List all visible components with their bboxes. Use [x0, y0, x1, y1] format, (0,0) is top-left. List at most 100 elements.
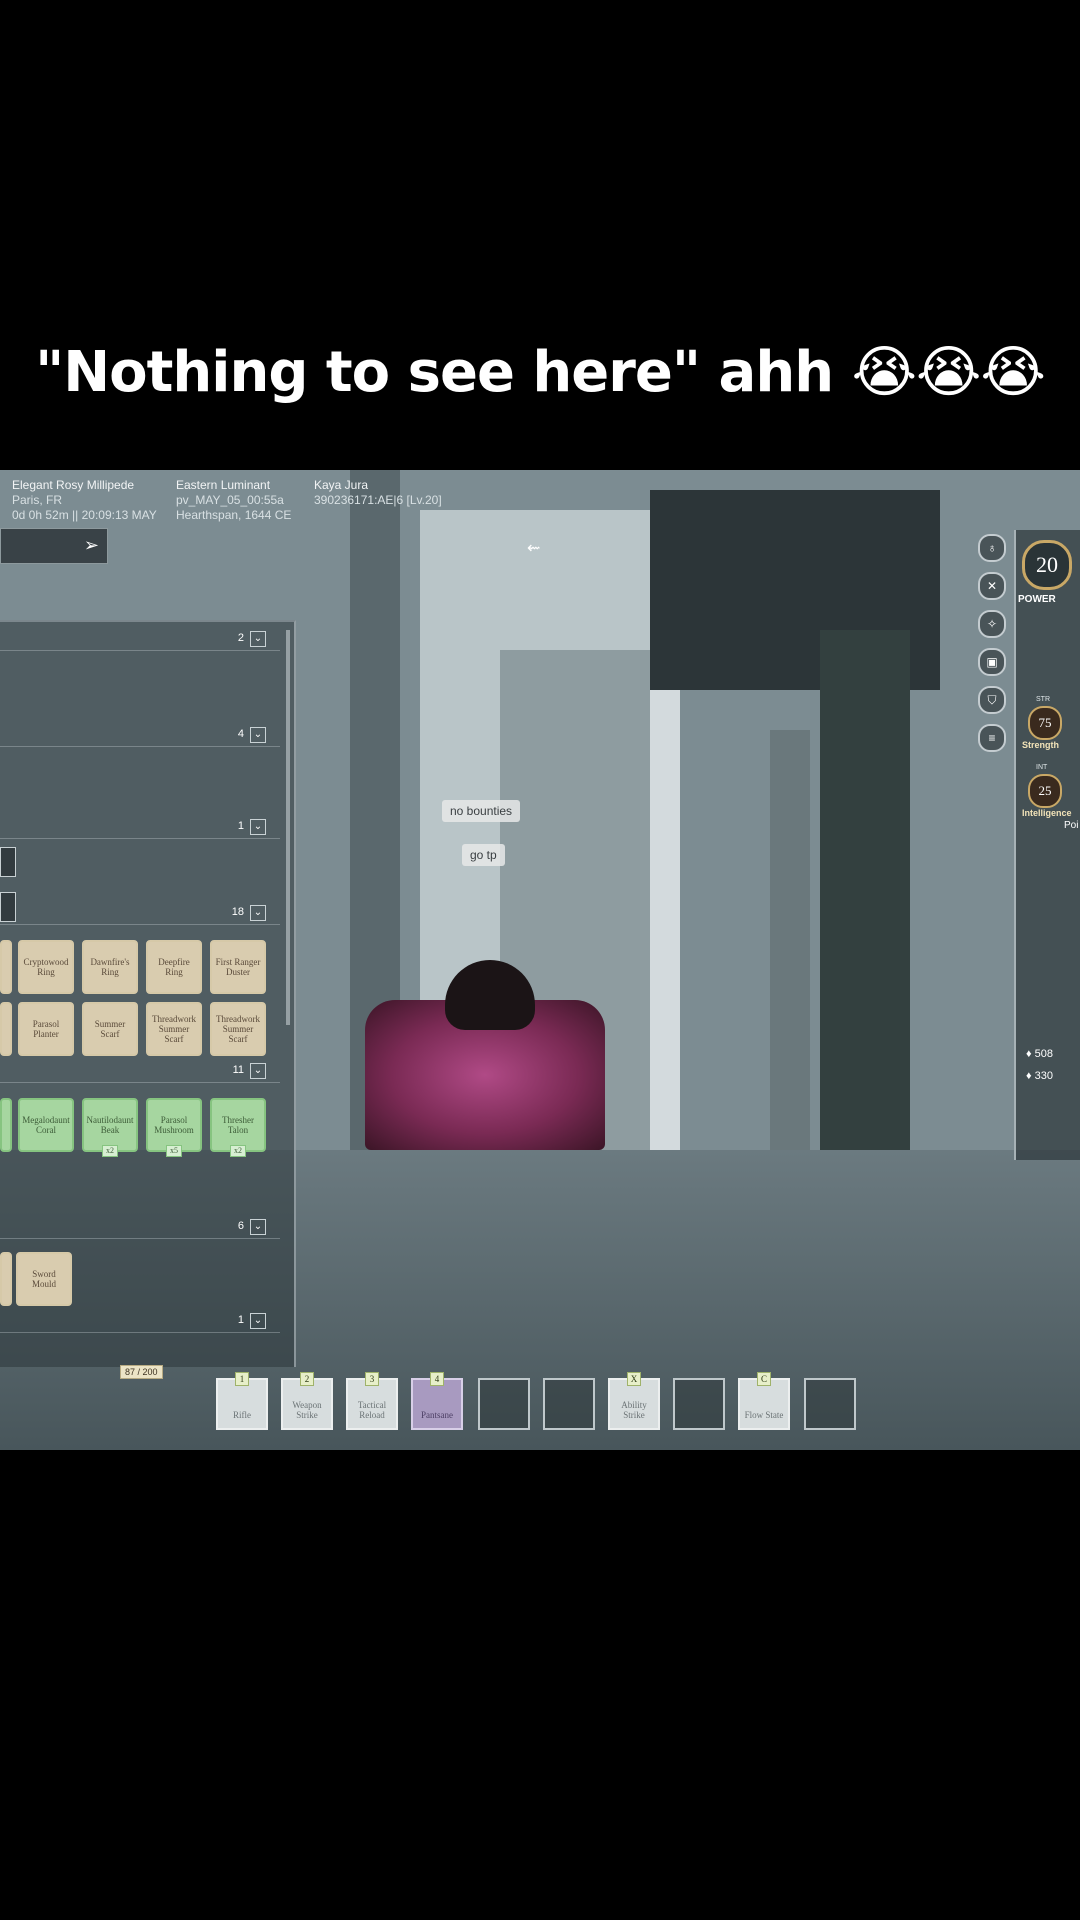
target-name: Kaya Jura [314, 478, 369, 492]
inventory-item[interactable]: Deepfire Ring [146, 940, 202, 994]
chevron-down-icon[interactable]: ⌄ [250, 905, 266, 921]
player-location: Paris, FR [12, 493, 63, 507]
pillar-right [770, 730, 810, 1150]
inventory-item[interactable] [0, 1098, 12, 1152]
power-level: 20 [1022, 540, 1072, 590]
inventory-section-header[interactable]: 4 ⌄ [0, 726, 280, 747]
hotbar-key: C [757, 1372, 771, 1386]
hotbar-slot-6[interactable] [543, 1378, 595, 1430]
inventory-section-header[interactable]: 1 ⌄ [0, 818, 280, 839]
item-name: Megalodaunt Coral [22, 1115, 70, 1135]
inventory-scrollbar[interactable] [286, 630, 290, 1025]
shard-count: 330 [1034, 1070, 1054, 1082]
inventory-item[interactable] [0, 940, 12, 994]
close-icon[interactable]: ✕ [978, 572, 1006, 600]
hotbar-slot-4[interactable]: 4 Pantsane [411, 1372, 463, 1430]
player-name: Elegant Rosy Millipede [12, 478, 135, 492]
server-region: Hearthspan, 1644 CE [176, 508, 292, 522]
inventory-item[interactable]: Megalodaunt Coral [18, 1098, 74, 1152]
inventory-capacity: 87 / 200 [120, 1365, 163, 1379]
hotbar-key: 2 [300, 1372, 314, 1386]
power-label: POWER [1018, 594, 1056, 605]
target-id: 390236171:AE|6 [Lv.20] [314, 493, 442, 507]
inventory-item[interactable]: Nautilodaunt Beak x2 [82, 1098, 138, 1157]
inventory-item[interactable]: Thresher Talon x2 [210, 1098, 266, 1157]
chevron-down-icon[interactable]: ⌄ [250, 1063, 266, 1079]
chat-input[interactable]: ➢ [0, 528, 108, 564]
hotbar-slot-5[interactable] [478, 1378, 530, 1430]
item-slot-input[interactable] [0, 847, 16, 877]
pillar-light [650, 610, 680, 1150]
inventory-section-header[interactable]: 18 ⌄ [0, 904, 280, 925]
section-count: 6 [237, 1220, 244, 1232]
inventory-item[interactable]: Threadwork Summer Scarf [210, 1002, 266, 1056]
hotbar-label: Rifle [233, 1410, 251, 1420]
stats-panel[interactable]: 20 POWER STR 75 Strength INT 25 Intellig… [1014, 530, 1080, 1160]
server-id: pv_MAY_05_00:55a [176, 493, 284, 507]
player-info: Elegant Rosy Millipede Paris, FR 0d 0h 5… [12, 478, 157, 523]
chevron-down-icon[interactable]: ⌄ [250, 1219, 266, 1235]
inventory-item[interactable] [0, 1252, 12, 1306]
hotbar-slot-2[interactable]: 2 Weapon Strike [281, 1372, 333, 1430]
section-count: 1 [237, 820, 244, 832]
item-name: Parasol Mushroom [154, 1115, 194, 1135]
session-time: 0d 0h 52m || 20:09:13 MAY [12, 508, 157, 522]
item-quantity-badge: x2 [102, 1145, 118, 1157]
target-info: Kaya Jura 390236171:AE|6 [Lv.20] [314, 478, 442, 508]
strength-label: Strength [1022, 740, 1059, 750]
chevron-down-icon[interactable]: ⌄ [250, 819, 266, 835]
potion-icon[interactable]: ♁ [978, 534, 1006, 562]
chevron-down-icon[interactable]: ⌄ [250, 727, 266, 743]
player-head [445, 960, 535, 1030]
inventory-item[interactable]: Dawnfire's Ring [82, 940, 138, 994]
hotbar-slot-3[interactable]: 3 Tactical Reload [346, 1372, 398, 1430]
gem-count: 508 [1034, 1048, 1054, 1060]
section-count: 1 [237, 1314, 244, 1326]
hotbar-slot-c[interactable]: C Flow State [738, 1372, 790, 1430]
crying-emoji-icon: 😭😭😭 [851, 340, 1046, 405]
inventory-item[interactable]: Parasol Mushroom x5 [146, 1098, 202, 1157]
hotbar-label: Weapon Strike [292, 1400, 322, 1420]
compass-icon[interactable]: ✧ [978, 610, 1006, 638]
int-abbr: INT [1036, 764, 1048, 771]
inventory-panel[interactable]: 2 ⌄ 4 ⌄ 1 ⌄ 18 ⌄ Cryptowood Ring Dawnfir… [0, 620, 296, 1367]
game-viewport[interactable]: no bounties go tp ⇜ Elegant Rosy Millipe… [0, 470, 1080, 1450]
chevron-down-icon[interactable]: ⌄ [250, 631, 266, 647]
inventory-item[interactable]: Parasol Planter [18, 1002, 74, 1056]
stats-icon[interactable]: ≡ [978, 724, 1006, 752]
hotbar-slot-8[interactable] [673, 1378, 725, 1430]
rock-column [820, 630, 910, 1150]
currency-gems: ♦ 508 [1026, 1048, 1054, 1060]
video-caption: "Nothing to see here" ahh 😭😭😭 [0, 340, 1080, 405]
inventory-section-header[interactable]: 6 ⌄ [0, 1218, 280, 1239]
item-quantity-badge: x5 [166, 1145, 182, 1157]
inventory-section-header[interactable]: 11 ⌄ [0, 1062, 280, 1083]
send-icon[interactable]: ➢ [84, 535, 99, 556]
inventory-item[interactable] [0, 1002, 12, 1056]
hotbar-key: 1 [235, 1372, 249, 1386]
inventory-section-header[interactable]: 2 ⌄ [0, 630, 280, 651]
inventory-item[interactable]: Threadwork Summer Scarf [146, 1002, 202, 1056]
strength-value[interactable]: 75 [1028, 706, 1062, 740]
currency-shards: ♦ 330 [1026, 1070, 1054, 1082]
player-character [345, 960, 625, 1150]
inventory-item[interactable]: Sword Mould [16, 1252, 72, 1306]
inventory-item[interactable]: Cryptowood Ring [18, 940, 74, 994]
section-count: 11 [232, 1064, 244, 1076]
side-menu[interactable]: ♁ ✕ ✧ ▣ ⛉ ≡ [978, 534, 1006, 762]
shield-icon[interactable]: ⛉ [978, 686, 1006, 714]
intelligence-value[interactable]: 25 [1028, 774, 1062, 808]
chevron-down-icon[interactable]: ⌄ [250, 1313, 266, 1329]
section-count: 4 [237, 728, 244, 740]
hotbar-slot-10[interactable] [804, 1378, 856, 1430]
inventory-item[interactable]: Summer Scarf [82, 1002, 138, 1056]
hotbar-slot-1[interactable]: 1 Rifle [216, 1372, 268, 1430]
chat-bubble-no-bounties: no bounties [442, 800, 521, 822]
map-icon[interactable]: ▣ [978, 648, 1006, 676]
inventory-section-header[interactable]: 1 ⌄ [0, 1312, 280, 1333]
chat-bubble-go-tp: go tp [462, 844, 505, 866]
points-label: Poi [1064, 820, 1079, 831]
hotbar-slot-x[interactable]: X Ability Strike [608, 1372, 660, 1430]
cursor-arrows-icon: ⇜ [527, 540, 541, 557]
inventory-item[interactable]: First Ranger Duster [210, 940, 266, 994]
